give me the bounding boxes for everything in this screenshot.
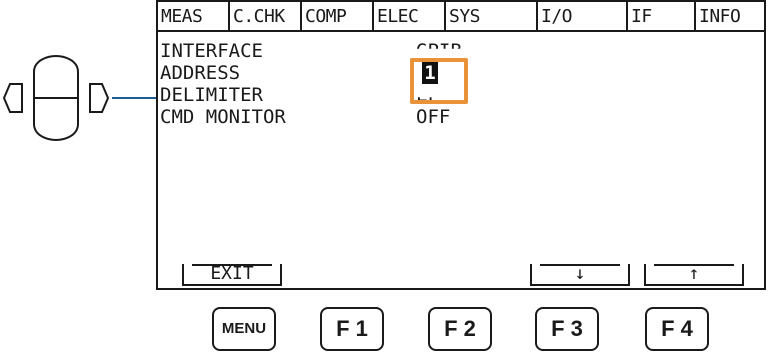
exit-softkey[interactable]: EXIT [182,264,282,286]
delimiter-label: DELIMITER [160,84,263,106]
tab-sys[interactable]: SYS [444,2,536,30]
menu-key[interactable]: MENU [212,307,276,351]
interface-label: INTERFACE [160,40,263,62]
tab-meas[interactable]: MEAS [158,2,228,30]
address-highlight-box [410,58,468,104]
tab-comp[interactable]: COMP [300,2,372,30]
cursor-keys-icon[interactable] [0,52,112,144]
address-label: ADDRESS [160,62,241,84]
f1-key[interactable]: F 1 [320,307,384,351]
tab-if[interactable]: IF [626,2,694,30]
setting-row-cmd-monitor: CMD MONITOR OFF [158,106,758,128]
f4-key[interactable]: F 4 [645,307,709,351]
f3-key[interactable]: F 3 [535,307,599,351]
up-arrow-icon: ↑ [688,263,700,284]
cmd-monitor-value[interactable]: OFF [416,106,450,128]
tab-elec[interactable]: ELEC [372,2,444,30]
down-softkey[interactable]: ↓ [530,264,630,286]
tab-io[interactable]: I/O [536,2,626,30]
cmd-monitor-label: CMD MONITOR [160,106,286,128]
down-arrow-icon: ↓ [574,263,586,284]
cursor-left-key [2,83,23,113]
tab-info[interactable]: INFO [694,2,764,30]
up-softkey[interactable]: ↑ [644,264,744,286]
tab-c-chk[interactable]: C.CHK [228,2,300,30]
exit-softkey-label: EXIT [210,263,254,284]
cursor-right-key [89,83,110,113]
lcd-screen: MEAS C.CHK COMP ELEC SYS I/O IF INFO INT… [156,0,766,290]
f2-key[interactable]: F 2 [428,307,492,351]
tab-bar: MEAS C.CHK COMP ELEC SYS I/O IF INFO [158,2,764,32]
